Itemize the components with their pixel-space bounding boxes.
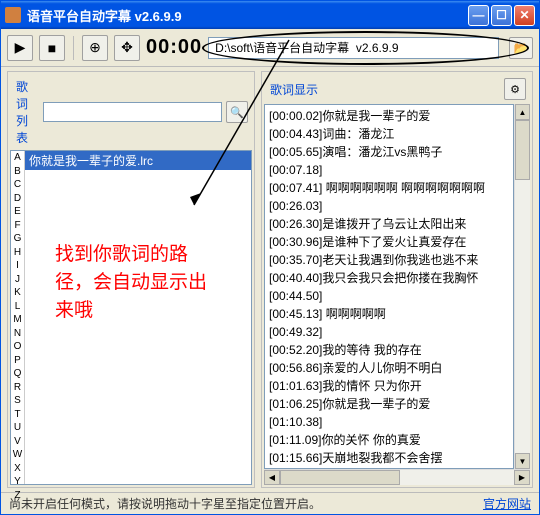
alphabet-letter[interactable]: J <box>11 273 24 287</box>
file-list[interactable]: 你就是我一辈子的爱.lrc 找到你歌词的路 径，会自动显示出 来哦 <box>25 151 251 484</box>
alphabet-index[interactable]: ABCDEFGHIJKLMNOPQRSTUVWXYZ <box>11 151 25 484</box>
statusbar: 尚未开启任何模式，请按说明拖动十字星至指定位置开启。 官方网站 <box>1 492 539 514</box>
crosshair-button[interactable]: ✥ <box>114 35 140 61</box>
alphabet-letter[interactable]: W <box>11 448 24 462</box>
main-body: 歌词列表 🔍 ABCDEFGHIJKLMNOPQRSTUVWXYZ 你就是我一辈… <box>1 67 539 492</box>
search-button[interactable]: 🔍 <box>226 101 248 123</box>
lyric-line: [00:26.30]是谁拨开了乌云让太阳出来 <box>269 215 509 233</box>
lyric-line: [00:52.20]我的等待 我的存在 <box>269 341 509 359</box>
alphabet-letter[interactable]: A <box>11 151 24 165</box>
lyric-line: [00:30.96]是谁种下了爱火让真爱存在 <box>269 233 509 251</box>
vertical-scrollbar[interactable]: ▲ ▼ <box>514 104 530 469</box>
lyric-line: [00:04.43]词曲：潘龙江 <box>269 125 509 143</box>
annotation-text: 找到你歌词的路 径，会自动显示出 来哦 <box>55 241 207 325</box>
app-window: 语音平台自动字幕 v2.6.9.9 — ☐ ✕ ▶ ■ ⊕ ✥ 00:00 📂 … <box>0 0 540 515</box>
lyric-line: [00:00.02]你就是我一辈子的爱 <box>269 107 509 125</box>
minimize-button[interactable]: — <box>468 5 489 26</box>
lyric-line: [01:11.09]你的关怀 你的真爱 <box>269 431 509 449</box>
alphabet-letter[interactable]: Y <box>11 475 24 489</box>
lyric-line: [00:05.65]演唱：潘龙江vs黑鸭子 <box>269 143 509 161</box>
maximize-button[interactable]: ☐ <box>491 5 512 26</box>
alphabet-letter[interactable]: U <box>11 421 24 435</box>
alphabet-letter[interactable]: D <box>11 192 24 206</box>
alphabet-letter[interactable]: L <box>11 300 24 314</box>
play-button[interactable]: ▶ <box>7 35 33 61</box>
lyric-line: [00:45.13] 啊啊啊啊啊 <box>269 305 509 323</box>
scroll-right-button[interactable]: ▶ <box>514 470 530 485</box>
alphabet-letter[interactable]: I <box>11 259 24 273</box>
alphabet-letter[interactable]: N <box>11 327 24 341</box>
scroll-left-button[interactable]: ◀ <box>264 470 280 485</box>
alphabet-letter[interactable]: R <box>11 381 24 395</box>
toolbar: ▶ ■ ⊕ ✥ 00:00 📂 <box>1 29 539 67</box>
stop-button[interactable]: ■ <box>39 35 65 61</box>
lyrics-list-panel: 歌词列表 🔍 ABCDEFGHIJKLMNOPQRSTUVWXYZ 你就是我一辈… <box>7 71 255 488</box>
alphabet-letter[interactable]: K <box>11 286 24 300</box>
lyric-line: [00:40.40]我只会我只会把你搂在我胸怀 <box>269 269 509 287</box>
toolbar-divider <box>73 36 74 60</box>
alphabet-letter[interactable]: O <box>11 340 24 354</box>
titlebar[interactable]: 语音平台自动字幕 v2.6.9.9 — ☐ ✕ <box>1 1 539 29</box>
alphabet-letter[interactable]: F <box>11 219 24 233</box>
scroll-up-button[interactable]: ▲ <box>515 104 530 120</box>
horizontal-scrollbar[interactable]: ◀ ▶ <box>264 469 530 485</box>
lyric-line: [00:56.86]亲爱的人儿你明不明白 <box>269 359 509 377</box>
alphabet-letter[interactable]: T <box>11 408 24 422</box>
left-panel-title: 歌词列表 <box>14 78 39 146</box>
lyric-line: [00:07.41] 啊啊啊啊啊啊 啊啊啊啊啊啊啊 <box>269 179 509 197</box>
scroll-thumb-h[interactable] <box>280 470 400 485</box>
right-panel-title: 歌词显示 <box>268 81 500 98</box>
alphabet-letter[interactable]: G <box>11 232 24 246</box>
lyrics-textarea[interactable]: [00:00.02]你就是我一辈子的爱[00:04.43]词曲：潘龙江[00:0… <box>264 104 514 469</box>
alphabet-letter[interactable]: V <box>11 435 24 449</box>
lyric-line: [00:44.50] <box>269 287 509 305</box>
scroll-down-button[interactable]: ▼ <box>515 453 530 469</box>
lyric-line: [01:10.38] <box>269 413 509 431</box>
lyric-line: [00:35.70]老天让我遇到你我逃也逃不来 <box>269 251 509 269</box>
alphabet-letter[interactable]: Q <box>11 367 24 381</box>
scroll-thumb-v[interactable] <box>515 120 530 180</box>
alphabet-letter[interactable]: E <box>11 205 24 219</box>
alphabet-letter[interactable]: X <box>11 462 24 476</box>
lyric-line: [00:26.03] <box>269 197 509 215</box>
lyric-line: [01:01.63]我的情怀 只为你开 <box>269 377 509 395</box>
time-display: 00:00 <box>146 36 202 59</box>
close-button[interactable]: ✕ <box>514 5 535 26</box>
alphabet-letter[interactable]: C <box>11 178 24 192</box>
lyrics-display-panel: 歌词显示 ⚙ [00:00.02]你就是我一辈子的爱[00:04.43]词曲：潘… <box>261 71 533 488</box>
lyric-line: [01:15.66]天崩地裂我都不会舍摆 <box>269 449 509 467</box>
window-title: 语音平台自动字幕 v2.6.9.9 <box>27 6 468 25</box>
alphabet-letter[interactable]: B <box>11 165 24 179</box>
selected-file[interactable]: 你就是我一辈子的爱.lrc <box>25 151 251 170</box>
alphabet-letter[interactable]: S <box>11 394 24 408</box>
official-site-link[interactable]: 官方网站 <box>483 495 531 512</box>
lyric-line: [00:07.18] <box>269 161 509 179</box>
path-input[interactable] <box>208 37 499 59</box>
lyric-line: [00:49.32] <box>269 323 509 341</box>
open-folder-button[interactable]: 📂 <box>509 37 533 59</box>
app-icon <box>5 7 21 23</box>
settings-button[interactable]: ⚙ <box>504 78 526 100</box>
alphabet-letter[interactable]: Z <box>11 489 24 503</box>
lyric-line: [01:06.25]你就是我一辈子的爱 <box>269 395 509 413</box>
alphabet-letter[interactable]: P <box>11 354 24 368</box>
lyrics-search-input[interactable] <box>43 102 222 122</box>
target-button[interactable]: ⊕ <box>82 35 108 61</box>
alphabet-letter[interactable]: M <box>11 313 24 327</box>
alphabet-letter[interactable]: H <box>11 246 24 260</box>
status-text: 尚未开启任何模式，请按说明拖动十字星至指定位置开启。 <box>9 495 321 512</box>
